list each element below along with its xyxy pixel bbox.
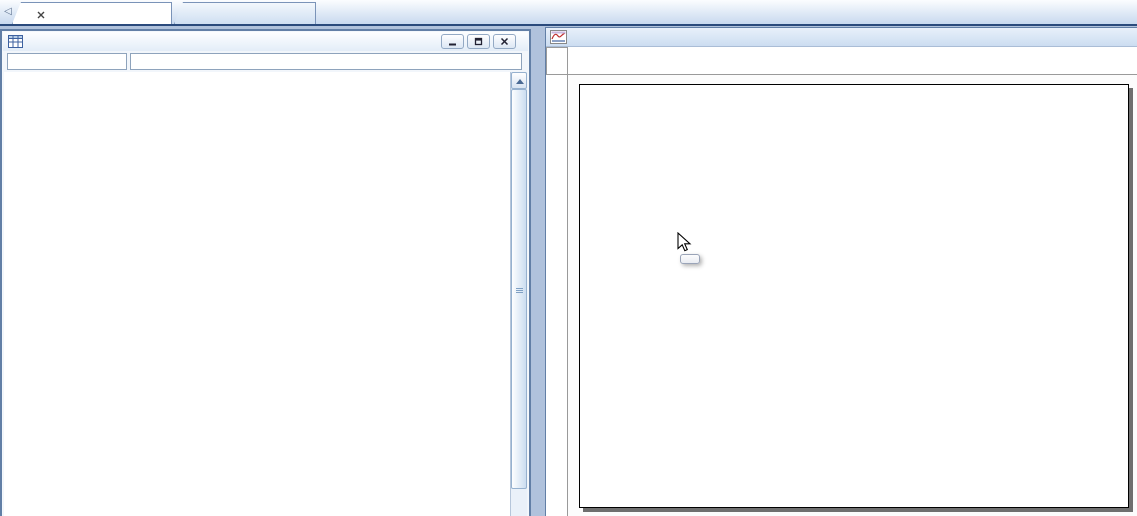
scrollbar-thumb[interactable] — [511, 89, 527, 489]
plot-canvas[interactable] — [568, 75, 1137, 516]
document-tabbar: ◁ — [0, 0, 1137, 26]
horizontal-ruler — [568, 47, 1137, 75]
chart[interactable] — [568, 75, 1137, 516]
close-button[interactable] — [493, 34, 516, 49]
worksheet-toolbar — [3, 51, 528, 72]
mdi-workspace — [0, 28, 1137, 516]
worksheet-vertical-scrollbar[interactable] — [510, 72, 527, 516]
cell-reference-box[interactable] — [7, 53, 127, 70]
minimize-button[interactable] — [441, 34, 464, 49]
plot-document-icon — [550, 30, 567, 44]
hover-tooltip — [680, 254, 700, 264]
tab-close-icon[interactable] — [37, 8, 45, 22]
worksheet-window — [0, 29, 531, 516]
scroll-up-icon[interactable] — [511, 72, 527, 89]
formula-box[interactable] — [130, 53, 522, 70]
plot-titlebar[interactable] — [546, 28, 1137, 47]
tab-scroll-left-icon[interactable]: ◁ — [2, 5, 14, 19]
worksheet-titlebar[interactable] — [3, 32, 528, 51]
ruler-corner — [546, 47, 568, 75]
tab-worksheet-document[interactable] — [174, 2, 316, 24]
tab-plot-document[interactable] — [12, 2, 172, 24]
worksheet-icon — [8, 35, 23, 48]
mouse-cursor-icon — [677, 232, 692, 253]
restore-button[interactable] — [467, 34, 490, 49]
worksheet-grid[interactable] — [4, 72, 514, 516]
plot-window — [545, 27, 1137, 516]
vertical-ruler — [546, 75, 568, 516]
